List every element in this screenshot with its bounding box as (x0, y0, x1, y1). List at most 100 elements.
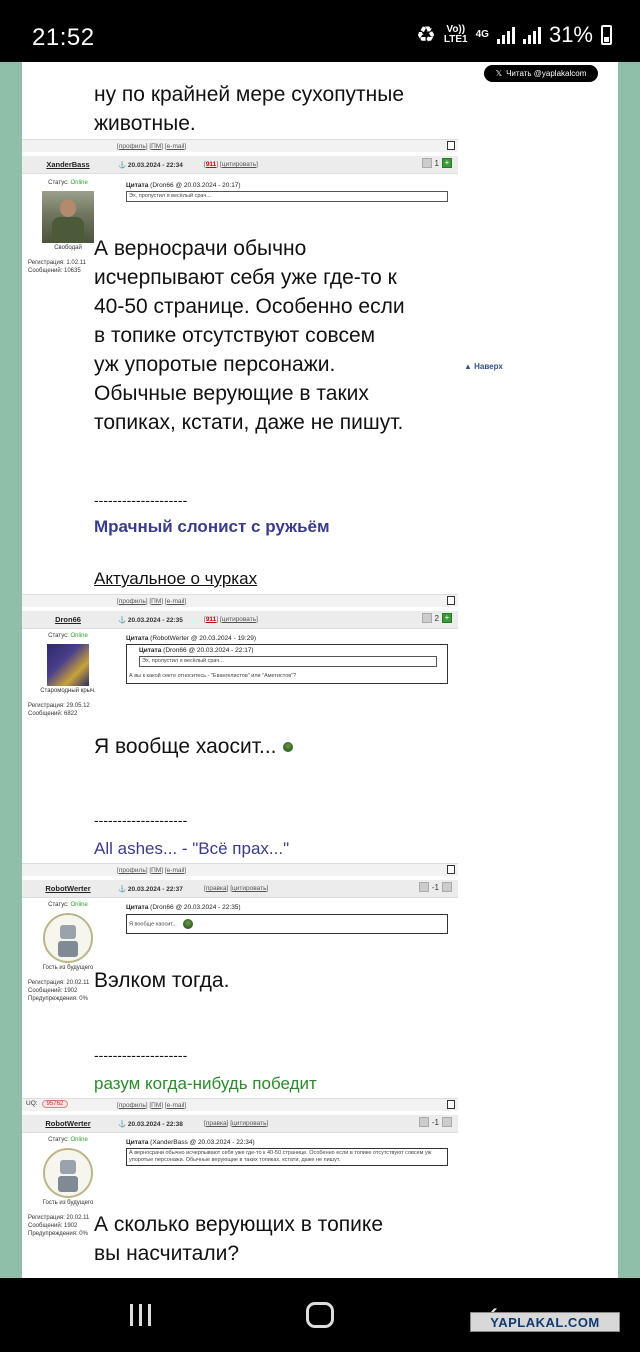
user-info: Статус: Online Старомодный крыч. Регистр… (22, 633, 114, 718)
quote-button[interactable]: цитировать (222, 616, 256, 623)
avatar[interactable] (43, 1148, 93, 1198)
quote-text: Я вообще хаосит... (129, 921, 177, 928)
pm-link[interactable]: ПМ (151, 1102, 161, 1109)
pm-link[interactable]: ПМ (151, 143, 161, 150)
quote-button[interactable]: цитировать (232, 1120, 266, 1127)
uq-value: 95762 (41, 1100, 69, 1108)
post-text: А верносрачи обычно исчерпывают себя уже… (94, 237, 405, 434)
status-online: Online (70, 902, 88, 908)
status-online: Online (70, 633, 88, 639)
post-links-bar: [профиль] [ПМ] [e-mail] (22, 1098, 458, 1111)
profile-link[interactable]: профиль (119, 1102, 146, 1109)
profile-link[interactable]: профиль (119, 143, 146, 150)
message-count: Сообщений: 6822 (28, 711, 78, 717)
post-text: ну по крайней мере сухопутные животные. (94, 83, 405, 135)
rate-plus-icon[interactable]: + (442, 613, 452, 623)
rating-value: -1 (431, 1117, 439, 1127)
email-link[interactable]: e-mail (167, 1102, 185, 1109)
navigation-bar: ‹ YAPLAKAL.COM (0, 1278, 640, 1352)
post-date[interactable]: 20.03.2024 - 22:37 (118, 885, 183, 893)
report-icon[interactable] (447, 141, 455, 150)
status-online: Online (70, 180, 88, 186)
profile-link[interactable]: профиль (119, 598, 146, 605)
avatar-caption: Старомодный крыч. (40, 688, 96, 694)
avatar[interactable] (43, 913, 93, 963)
scroll-top-link[interactable]: ▲ Наверх (464, 362, 503, 371)
report-icon[interactable] (447, 596, 455, 605)
forum-page: 𝕏 Читать @yaplakalcom ▲ Наверх ну по кра… (0, 62, 640, 1278)
quote-body: Я вообще хаосит... (126, 914, 448, 934)
clock: 21:52 (32, 24, 95, 51)
rate-minus-icon[interactable] (421, 158, 432, 168)
volte-indicator: Vo)) LTE1 (443, 24, 468, 45)
signature-link[interactable]: Актуальное о чурках (94, 569, 257, 589)
avatar[interactable] (47, 644, 89, 686)
nested-quote-text: Эх, пропустил я весёлый срач... (139, 656, 437, 667)
avatar-caption: Гость из будущего (42, 1200, 94, 1206)
warnings: Предупреждения: 0% (28, 996, 88, 1002)
reg-date: Регистрация: 29.05.12 (28, 703, 90, 709)
post-rating: 1 + (421, 158, 452, 168)
signature-text: All ashes... - "Всё прах..." (94, 839, 290, 858)
post-links-bar: [профиль] [ПМ] [e-mail] (22, 139, 458, 152)
post-date[interactable]: 20.03.2024 - 22:35 (118, 616, 183, 624)
rate-minus-icon[interactable] (421, 613, 432, 623)
signature-separator: -------------------- (94, 1047, 188, 1063)
post-rating: -1 (418, 882, 452, 892)
email-link[interactable]: e-mail (167, 598, 185, 605)
signature-separator: -------------------- (94, 492, 188, 508)
quote-text: А верносрачи обычно исчерпывают себя уже… (126, 1148, 448, 1166)
username-link[interactable]: Dron66 (22, 615, 114, 624)
post-text: Вэлком тогда. (94, 969, 230, 992)
post-header: RobotWerter 20.03.2024 - 22:37 [правка] … (22, 880, 458, 898)
smiley-icon (282, 742, 293, 753)
post-date[interactable]: 20.03.2024 - 22:38 (118, 1120, 183, 1128)
x-follow-button[interactable]: 𝕏 Читать @yaplakalcom (484, 65, 598, 82)
quote-block: Цитата (RobotWerter @ 20.03.2024 - 19:29… (126, 635, 448, 684)
rate-plus-icon[interactable] (442, 1117, 452, 1127)
post-links-bar: [профиль] [ПМ] [e-mail] (22, 594, 458, 607)
watermark-logo: YAPLAKAL.COM (470, 1312, 620, 1332)
username-link[interactable]: RobotWerter (22, 1119, 114, 1128)
rating-value: -1 (431, 882, 439, 892)
rate-plus-icon[interactable]: + (442, 158, 452, 168)
pm-link[interactable]: ПМ (151, 598, 161, 605)
avatar[interactable] (42, 191, 94, 243)
post-rating: 2 + (421, 613, 452, 623)
battery-icon (601, 25, 612, 45)
right-sidebar (458, 62, 618, 1278)
post-date[interactable]: 20.03.2024 - 22:34 (118, 161, 183, 169)
quote-text: Эх, пропустил я весёлый срач... (126, 191, 448, 202)
report-icon[interactable] (447, 865, 455, 874)
signal-icon-2 (522, 26, 541, 44)
quote-button[interactable]: цитировать (232, 885, 266, 892)
home-button[interactable] (306, 1302, 334, 1328)
post-text: А сколько верующих в топике вы насчитали… (94, 1213, 384, 1265)
quote-text: А вы к какой секте относитесь - "Евангел… (129, 673, 297, 679)
rate-minus-icon[interactable] (418, 882, 429, 892)
post-rating: -1 (418, 1117, 452, 1127)
post-number[interactable]: 911 (206, 616, 217, 623)
recent-apps-button[interactable] (130, 1304, 151, 1326)
status-bar: 21:52 ♻ Vo)) LTE1 4G 31% (0, 0, 640, 62)
post-links-bar: [профиль] [ПМ] [e-mail] (22, 863, 458, 876)
edit-button[interactable]: правка (206, 885, 227, 892)
uq-badge: UQ: 95762 (26, 1100, 69, 1108)
post-header: Dron66 20.03.2024 - 22:35 [911] [цитиров… (22, 611, 458, 629)
pm-link[interactable]: ПМ (151, 867, 161, 874)
quote-button[interactable]: цитировать (222, 161, 256, 168)
email-link[interactable]: e-mail (167, 143, 185, 150)
username-link[interactable]: XanderBass (22, 160, 114, 169)
rate-minus-icon[interactable] (418, 1117, 429, 1127)
signal-icon (496, 26, 515, 44)
report-icon[interactable] (447, 1100, 455, 1109)
post-header: XanderBass 20.03.2024 - 22:34 [911] [цит… (22, 156, 458, 174)
profile-link[interactable]: профиль (119, 867, 146, 874)
email-link[interactable]: e-mail (167, 867, 185, 874)
post-number[interactable]: 911 (206, 161, 217, 168)
sync-icon: ♻ (416, 22, 436, 47)
x-logo-icon: 𝕏 (495, 69, 503, 78)
edit-button[interactable]: правка (206, 1120, 227, 1127)
rate-plus-icon[interactable] (442, 882, 452, 892)
username-link[interactable]: RobotWerter (22, 884, 114, 893)
